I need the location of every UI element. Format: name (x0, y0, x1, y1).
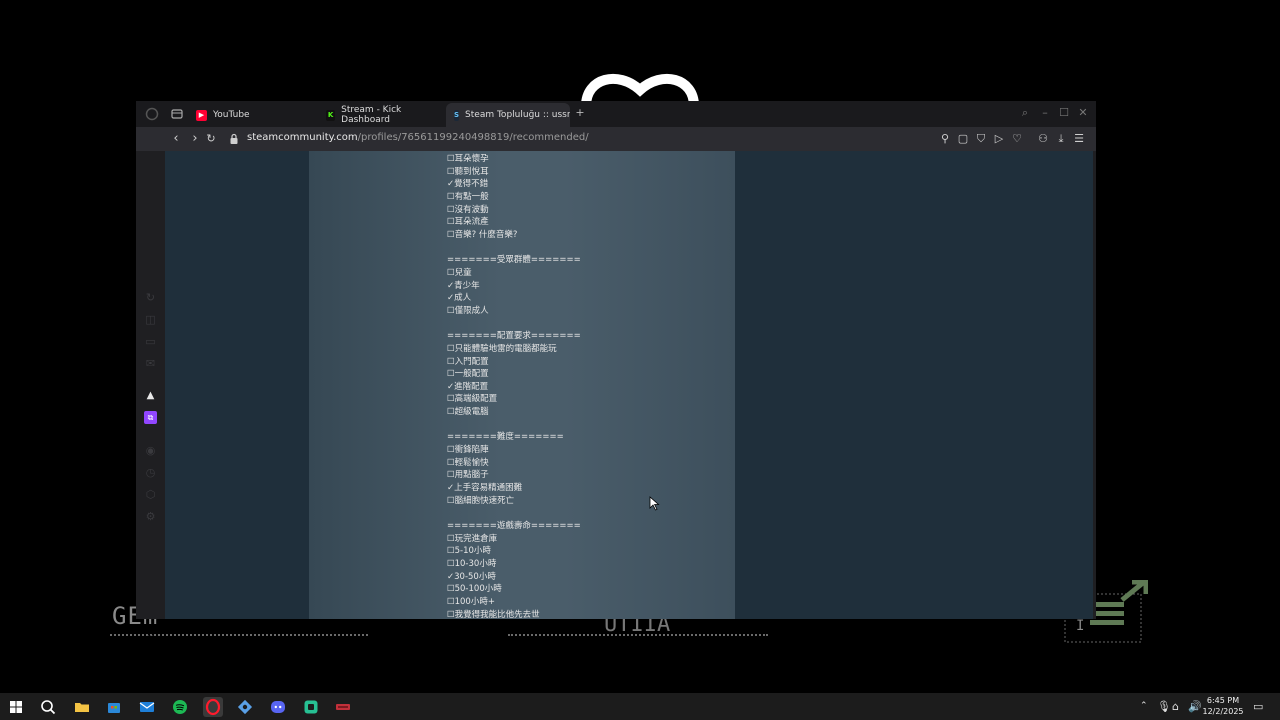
microphone-icon[interactable]: 🎙 (1157, 700, 1171, 713)
ms-store-icon[interactable] (104, 697, 124, 717)
url-path: /profiles/76561199240498819/recommended/ (357, 132, 589, 143)
pin-icon[interactable]: ⚲ (938, 132, 952, 146)
address-bar: ‹ › ↻ steamcommunity.com/profiles/765611… (136, 127, 1096, 151)
network-icon[interactable]: ⌂ (1172, 700, 1179, 713)
profile-icon[interactable]: ⚇ (1036, 132, 1050, 146)
clock[interactable]: 6:45 PM 12/2/2025 (1200, 695, 1246, 717)
forward-icon[interactable]: › (188, 132, 202, 146)
new-tab-button[interactable]: + (574, 107, 586, 119)
snapshot-icon[interactable]: ▢ (956, 132, 970, 146)
background-corner-text: I (1076, 618, 1085, 634)
tab-steam[interactable]: S Steam Topluluğu :: ussrhk (446, 103, 570, 127)
sidebar-more-icon[interactable]: ··· (144, 630, 157, 643)
search-tabs-icon[interactable]: ⌕ (1019, 107, 1031, 119)
review-text: ☐耳朵懷孕 ☐聽到悅耳 ✓覺得不錯 ☐有點一般 ☐沒有波動 ☐耳朵流產 ☐音樂?… (447, 154, 581, 619)
sidebar-messenger-icon[interactable]: ✉ (144, 357, 157, 370)
file-explorer-icon[interactable] (72, 697, 92, 717)
tab-label: Steam Topluluğu :: ussrhk (465, 110, 570, 120)
tab-bar: ▶ YouTube K Stream - Kick Dashboard S St… (136, 101, 1096, 127)
tab-youtube[interactable]: ▶ YouTube (188, 103, 312, 127)
reload-icon[interactable]: ↻ (204, 132, 218, 146)
taskbar: ⌃ 🎙 ⌂ 🔊 6:45 PM 12/2/2025 ▭ (0, 693, 1280, 720)
browser-sidebar: ↻ ◫ ▭ ✉ ▲ ⧉ ◉ ◷ ⬡ ⚙ ··· (136, 151, 165, 640)
search-icon[interactable] (38, 697, 58, 717)
url-field[interactable]: steamcommunity.com/profiles/765611992404… (247, 132, 589, 143)
menu-icon[interactable]: ☰ (1072, 132, 1086, 146)
sidebar-bag-icon[interactable]: ◫ (144, 313, 157, 326)
clock-time: 6:45 PM (1206, 696, 1240, 705)
sidebar-cube-icon[interactable]: ⬡ (144, 488, 157, 501)
youtube-icon: ▶ (196, 109, 207, 121)
url-host: steamcommunity.com (247, 132, 358, 143)
mouse-cursor-icon (649, 496, 660, 511)
background-dotted-line (508, 634, 768, 636)
clock-date: 12/2/2025 (1202, 707, 1244, 716)
tab-label: YouTube (213, 110, 250, 120)
browser-window: ▶ YouTube K Stream - Kick Dashboard S St… (136, 101, 1096, 640)
vpn-app-icon[interactable] (235, 697, 255, 717)
minimize-icon[interactable]: – (1039, 107, 1051, 119)
mail-icon[interactable] (137, 697, 157, 717)
tab-label: Stream - Kick Dashboard (341, 105, 402, 125)
sidebar-aria-icon[interactable]: ▲ (144, 389, 157, 402)
tab-island-icon[interactable] (170, 107, 184, 121)
notification-icon[interactable]: ▭ (1253, 700, 1263, 713)
sidebar-clock-icon[interactable]: ◷ (144, 466, 157, 479)
kick-icon: K (326, 109, 336, 121)
review-panel: ☐耳朵懷孕 ☐聽到悅耳 ✓覺得不錯 ☐有點一般 ☐沒有波動 ☐耳朵流產 ☐音樂?… (309, 151, 735, 619)
back-icon[interactable]: ‹ (169, 132, 183, 146)
sidebar-twitch-icon[interactable]: ⧉ (144, 411, 157, 424)
tab-kick[interactable]: K Stream - Kick Dashboard (318, 103, 442, 127)
browser-logo-icon[interactable] (145, 107, 159, 121)
page-viewport: ☐耳朵懷孕 ☐聽到悅耳 ✓覺得不錯 ☐有點一般 ☐沒有波動 ☐耳朵流產 ☐音樂?… (165, 151, 1093, 619)
sidebar-history-icon[interactable]: ↻ (144, 291, 157, 304)
close-icon[interactable]: ✕ (1077, 107, 1089, 119)
tray-chevron-icon[interactable]: ⌃ (1140, 700, 1148, 713)
maximize-icon[interactable]: ☐ (1058, 107, 1070, 119)
spotify-icon[interactable] (170, 697, 190, 717)
chat-app-icon[interactable] (301, 697, 321, 717)
sidebar-settings-icon[interactable]: ⚙ (144, 510, 157, 523)
sidebar-player-icon[interactable]: ◉ (144, 444, 157, 457)
adblock-shield-icon[interactable]: ⛉ (974, 132, 988, 146)
sidebar-wallet-icon[interactable]: ▭ (144, 335, 157, 348)
lock-icon[interactable] (227, 132, 241, 146)
steam-icon: S (454, 109, 460, 121)
heart-icon[interactable]: ♡ (1010, 132, 1024, 146)
opera-gx-icon[interactable] (203, 697, 223, 717)
download-icon[interactable]: ⤓ (1054, 132, 1068, 146)
windows-start-icon[interactable] (6, 697, 26, 717)
discord-icon[interactable] (268, 697, 288, 717)
game-launcher-icon[interactable] (333, 697, 353, 717)
flow-send-icon[interactable]: ▷ (992, 132, 1006, 146)
